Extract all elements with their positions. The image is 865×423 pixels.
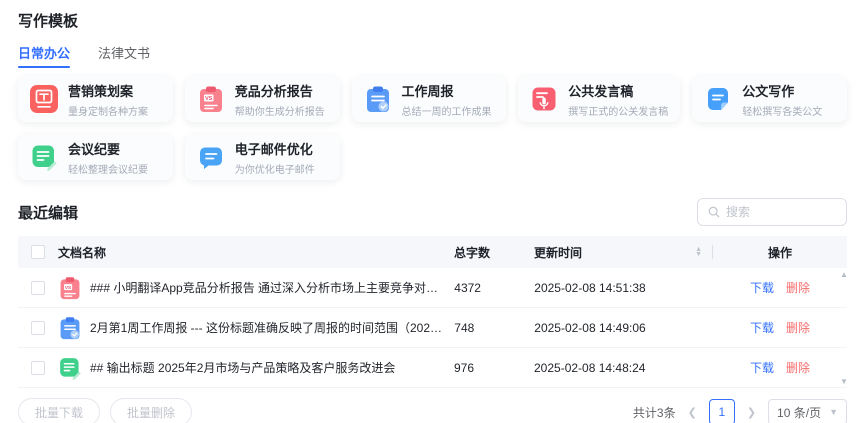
table-header-row: 文档名称 总字数 更新时间 ▲▼ 操作: [18, 236, 847, 268]
chevron-down-icon: ▼: [829, 407, 838, 417]
meeting-minutes-icon: [30, 143, 58, 171]
table-row: ### 小明翻译App竞品分析报告 通过深入分析市场上主要竞争对手的产品和服务，…: [18, 268, 847, 308]
recent-section-title: 最近编辑: [18, 202, 78, 223]
recent-documents-table: 文档名称 总字数 更新时间 ▲▼ 操作 ### 小明翻译App竞品分析报告 通过…: [18, 236, 847, 423]
select-all-checkbox[interactable]: [31, 245, 45, 259]
download-link[interactable]: 下载: [750, 359, 774, 376]
template-card-public-speech[interactable]: 公共发言稿 撰写正式的公关发言稿: [518, 76, 680, 122]
delete-link[interactable]: 删除: [786, 279, 810, 296]
template-card-competitor-report[interactable]: 竞品分析报告 帮助你生成分析报告: [185, 76, 340, 122]
template-card-weekly-report[interactable]: 工作周报 总结一周的工作成果: [352, 76, 507, 122]
card-title: 竞品分析报告: [235, 81, 325, 100]
batch-download-button[interactable]: 批量下载: [18, 398, 100, 423]
batch-delete-button[interactable]: 批量删除: [110, 398, 192, 423]
email-optimize-icon: [197, 143, 225, 171]
header-updated-time: 更新时间: [534, 244, 582, 261]
official-doc-icon: [704, 85, 732, 113]
template-card-marketing-plan[interactable]: 营销策划案 量身定制各种方案: [18, 76, 173, 122]
competitor-report-icon: [58, 276, 82, 300]
scroll-down-icon[interactable]: ▼: [840, 377, 848, 386]
card-subtitle: 帮助你生成分析报告: [235, 103, 325, 118]
card-subtitle: 轻松撰写各类公文: [742, 103, 822, 118]
search-icon: [708, 206, 720, 218]
doc-updated-time: 2025-02-08 14:51:38: [534, 281, 712, 295]
page-number-button[interactable]: 1: [709, 399, 735, 423]
template-card-meeting-minutes[interactable]: 会议纪要 轻松整理会议纪要: [18, 134, 173, 180]
next-page-icon[interactable]: ❯: [745, 406, 758, 419]
card-subtitle: 量身定制各种方案: [68, 103, 148, 118]
delete-link[interactable]: 删除: [786, 359, 810, 376]
card-subtitle: 撰写正式的公关发言稿: [568, 103, 668, 118]
row-checkbox[interactable]: [31, 361, 45, 375]
card-title: 公共发言稿: [568, 81, 668, 100]
card-title: 电子邮件优化: [235, 139, 315, 158]
pagination: 共计3条 ❮ 1 ❯ 10 条/页 ▼: [633, 399, 847, 423]
weekly-report-icon: [58, 316, 82, 340]
doc-updated-time: 2025-02-08 14:48:24: [534, 361, 712, 375]
tab-legal-docs[interactable]: 法律文书: [98, 43, 150, 68]
search-input[interactable]: [726, 205, 836, 219]
delete-link[interactable]: 删除: [786, 319, 810, 336]
card-title: 会议纪要: [68, 139, 148, 158]
scroll-up-icon[interactable]: ▲: [840, 270, 848, 279]
meeting-minutes-icon: [58, 356, 82, 380]
card-title: 工作周报: [402, 81, 492, 100]
total-count-label: 共计3条: [633, 404, 676, 421]
table-row: 2月第1周工作周报 --- 这份标题准确反映了周报的时间范围（2025年2月的第…: [18, 308, 847, 348]
download-link[interactable]: 下载: [750, 319, 774, 336]
marketing-plan-icon: [30, 85, 58, 113]
template-card-email-optimize[interactable]: 电子邮件优化 为你优化电子邮件: [185, 134, 340, 180]
card-title: 营销策划案: [68, 81, 148, 100]
template-tabs: 日常办公 法律文书: [18, 43, 847, 68]
writing-assistant-page: 写作模板 日常办公 法律文书 营销策划案 量身定制各种方案 竞品分析报告 帮助你…: [0, 0, 865, 423]
doc-word-count: 4372: [454, 281, 534, 295]
page-size-label: 10 条/页: [777, 404, 821, 421]
weekly-report-icon: [364, 85, 392, 113]
doc-name[interactable]: 2月第1周工作周报 --- 这份标题准确反映了周报的时间范围（2025年2月的第…: [90, 319, 444, 336]
search-box[interactable]: [697, 198, 847, 226]
card-subtitle: 轻松整理会议纪要: [68, 161, 148, 176]
card-title: 公文写作: [742, 81, 822, 100]
table-scrollbar[interactable]: ▲ ▼: [839, 270, 849, 386]
card-subtitle: 总结一周的工作成果: [402, 103, 492, 118]
competitor-report-icon: [197, 85, 225, 113]
header-doc-name: 文档名称: [58, 244, 454, 261]
public-speech-icon: [530, 85, 558, 113]
download-link[interactable]: 下载: [750, 279, 774, 296]
card-subtitle: 为你优化电子邮件: [235, 161, 315, 176]
tab-daily-office[interactable]: 日常办公: [18, 43, 70, 68]
doc-name[interactable]: ## 输出标题 2025年2月市场与产品策略及客户服务改进会: [90, 359, 395, 376]
table-footer: 批量下载 批量删除 共计3条 ❮ 1 ❯ 10 条/页 ▼: [18, 398, 847, 423]
row-checkbox[interactable]: [31, 281, 45, 295]
template-card-official-doc[interactable]: 公文写作 轻松撰写各类公文: [692, 76, 847, 122]
doc-name[interactable]: ### 小明翻译App竞品分析报告 通过深入分析市场上主要竞争对手的产品和服务，…: [90, 279, 444, 296]
header-word-count: 总字数: [454, 244, 534, 261]
doc-updated-time: 2025-02-08 14:49:06: [534, 321, 712, 335]
templates-section-title: 写作模板: [18, 10, 847, 31]
page-size-select[interactable]: 10 条/页 ▼: [768, 399, 847, 423]
doc-word-count: 748: [454, 321, 534, 335]
template-cards-row-1: 营销策划案 量身定制各种方案 竞品分析报告 帮助你生成分析报告 工作周报 总结一…: [18, 76, 847, 180]
prev-page-icon[interactable]: ❮: [686, 406, 699, 419]
table-row: ## 输出标题 2025年2月市场与产品策略及客户服务改进会 976 2025-…: [18, 348, 847, 388]
doc-word-count: 976: [454, 361, 534, 375]
header-actions: 操作: [713, 244, 847, 261]
sort-caret-icon[interactable]: ▲▼: [695, 247, 702, 257]
row-checkbox[interactable]: [31, 321, 45, 335]
